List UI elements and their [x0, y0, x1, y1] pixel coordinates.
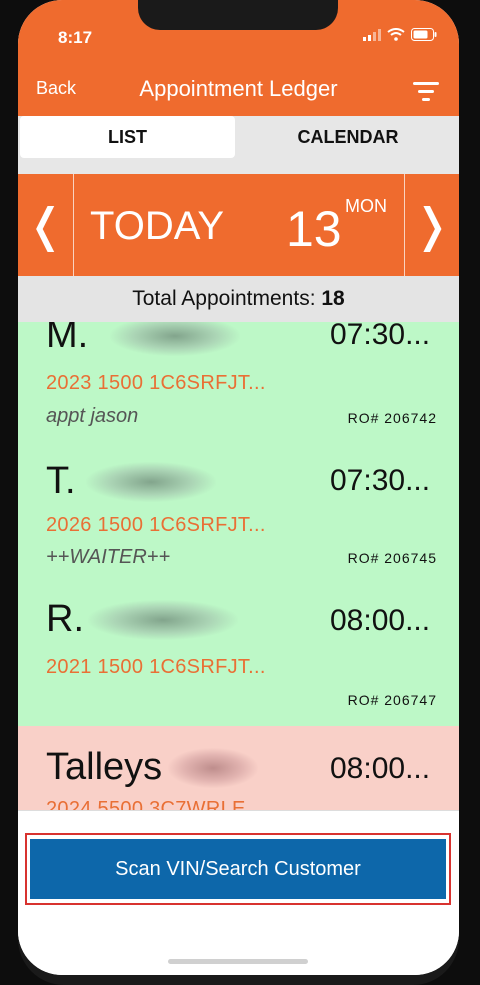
appointment-time: 08:00... — [330, 604, 431, 637]
app-header: 8:17 Back Appointment Ledger — [18, 0, 459, 116]
previous-day-button[interactable]: ❬ — [18, 174, 74, 276]
app-screen: 8:17 Back Appointment Ledger LIST CALEND… — [18, 0, 459, 975]
battery-icon — [411, 28, 437, 41]
total-appointments: Total Appointments: 18 — [18, 276, 459, 322]
appointment-card[interactable]: M. 07:30... 2023 1500 1C6SRFJT... appt j… — [18, 322, 459, 440]
redacted-name — [88, 600, 238, 640]
signal-icon — [363, 28, 381, 41]
customer-name: R. — [46, 598, 84, 640]
scan-button-highlight: Scan VIN/Search Customer — [25, 833, 451, 905]
vehicle-info: 2023 1500 1C6SRFJT... — [46, 372, 266, 394]
filter-icon[interactable] — [413, 80, 439, 102]
appointment-note: appt jason — [46, 405, 139, 427]
device-frame: 8:17 Back Appointment Ledger LIST CALEND… — [18, 0, 459, 985]
tab-list[interactable]: LIST — [20, 116, 235, 158]
view-segmented-control: LIST CALENDAR — [18, 116, 459, 174]
status-time: 8:17 — [58, 28, 93, 47]
appointment-time: 07:30... — [330, 322, 431, 351]
redacted-name — [110, 322, 240, 356]
appointment-card[interactable]: T. 07:30... 2026 1500 1C6SRFJT... ++WAIT… — [18, 440, 459, 576]
day-number: 13 — [286, 201, 342, 257]
vehicle-info: 2024 5500 3C7WRLE... — [46, 798, 264, 810]
vehicle-info: 2021 1500 1C6SRFJT... — [46, 656, 266, 678]
repair-order-number: RO# 206742 — [347, 410, 437, 426]
scan-vin-search-button[interactable]: Scan VIN/Search Customer — [30, 839, 446, 899]
next-day-button[interactable]: ❭ — [404, 174, 459, 276]
redacted-name — [168, 748, 258, 788]
redacted-name — [86, 462, 216, 502]
today-label[interactable]: TODAY — [90, 204, 224, 249]
appointment-time: 07:30... — [330, 464, 431, 497]
page-title: Appointment Ledger — [139, 76, 338, 101]
customer-name: M. — [46, 322, 89, 356]
appointment-note: ++WAITER++ — [46, 546, 171, 568]
vehicle-info: 2026 1500 1C6SRFJT... — [46, 514, 266, 536]
footer-bar: Scan VIN/Search Customer — [18, 810, 459, 975]
device-notch — [138, 0, 338, 30]
appointment-list[interactable]: M. 07:30... 2023 1500 1C6SRFJT... appt j… — [18, 322, 459, 810]
appointment-card[interactable]: Talleys 08:00... 2024 5500 3C7WRLE... — [18, 726, 459, 810]
total-appointments-label: Total Appointments: — [132, 287, 322, 310]
status-icons — [363, 28, 437, 41]
repair-order-number: RO# 206745 — [347, 550, 437, 566]
appointment-time: 08:00... — [330, 752, 431, 785]
date-navigator: ❬ TODAY 13 MON ❭ — [18, 174, 459, 276]
customer-name: T. — [46, 460, 76, 502]
tab-calendar[interactable]: CALENDAR — [237, 116, 459, 158]
customer-name: Talleys — [46, 746, 163, 788]
wifi-icon — [387, 28, 405, 41]
appointment-card[interactable]: R. 08:00... 2021 1500 1C6SRFJT... RO# 20… — [18, 576, 459, 726]
day-of-week: MON — [345, 196, 387, 216]
home-indicator[interactable] — [168, 959, 308, 964]
repair-order-number: RO# 206747 — [347, 692, 437, 708]
total-appointments-count: 18 — [321, 287, 345, 310]
